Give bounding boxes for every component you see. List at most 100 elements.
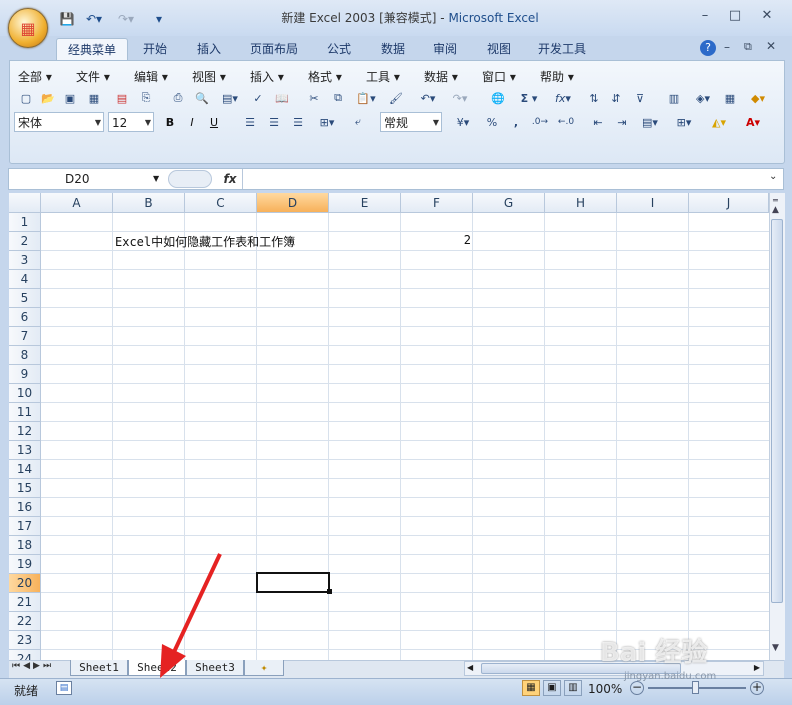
page-setup-icon[interactable]: ▤▾ [216,88,244,108]
row-header-selected[interactable]: 20 [9,574,41,593]
row-header[interactable]: 3 [9,251,41,270]
merge-center-icon[interactable]: ⊞▾ [312,112,342,132]
page-layout-view-icon[interactable]: ▣ [543,680,561,696]
help-icon[interactable]: ? [700,40,716,56]
normal-view-icon[interactable]: ▦ [522,680,540,696]
decrease-indent-icon[interactable]: ⇤ [588,112,608,132]
column-header[interactable]: H [545,193,617,213]
expand-formula-bar-icon[interactable]: ⌄ [769,171,777,182]
column-header[interactable]: I [617,193,689,213]
vertical-scroll-thumb[interactable] [771,219,783,603]
column-header[interactable]: F [401,193,473,213]
row-header[interactable]: 21 [9,593,41,612]
paste-icon[interactable]: 📋▾ [352,88,380,108]
menu-window[interactable]: 窗口 ▾ [482,68,516,84]
column-header[interactable]: E [329,193,401,213]
currency-icon[interactable]: ¥▾ [448,112,478,132]
align-right-icon[interactable]: ☰ [288,112,308,132]
align-center-icon[interactable]: ☰ [264,112,284,132]
tab-classic-menu[interactable]: 经典菜单 [56,38,128,62]
scroll-up-icon[interactable]: ▲ [772,205,779,215]
tab-page-layout[interactable]: 页面布局 [242,38,306,60]
ribbon-minimize-icon[interactable]: – [724,40,730,54]
undo-icon[interactable]: ↶▾ [80,10,108,28]
name-box[interactable]: D20 ▼ [9,169,165,189]
row-header[interactable]: 5 [9,289,41,308]
menu-view[interactable]: 视图 ▾ [192,68,226,84]
scroll-left-icon[interactable]: ◀ [467,663,473,672]
percent-icon[interactable]: % [482,112,502,132]
attach-icon[interactable]: ⎘ [136,88,156,108]
permission-icon[interactable]: ▦ [84,88,104,108]
copy-icon[interactable]: ⧉ [328,88,348,108]
font-name-select[interactable]: 宋体 ▼ [14,112,104,132]
chart-icon[interactable]: ▥ [664,88,684,108]
column-header[interactable]: G [473,193,545,213]
sheet-tab-sheet1[interactable]: Sheet1 [70,660,128,676]
scroll-right-icon[interactable]: ▶ [754,663,760,672]
table-grid-icon[interactable]: ▦ [720,88,740,108]
column-header[interactable]: A [41,193,113,213]
row-header[interactable]: 17 [9,517,41,536]
row-header[interactable]: 7 [9,327,41,346]
cell-style-icon[interactable]: ▤▾ [636,112,664,132]
undo-toolbar-icon[interactable]: ↶▾ [414,88,442,108]
tab-home[interactable]: 开始 [132,38,178,60]
cut-icon[interactable]: ✂ [304,88,324,108]
worksheet-grid[interactable]: A B C D E F G H I J 1 2 3 4 5 6 7 8 9 10… [9,193,769,660]
print-icon[interactable]: ⎙ [168,88,188,108]
redo-toolbar-icon[interactable]: ↷▾ [446,88,474,108]
vertical-scrollbar[interactable]: ═ ▲ ▼ [769,193,785,660]
page-break-view-icon[interactable]: ▥ [564,680,582,696]
macro-record-icon[interactable]: ▤ [56,681,72,695]
formula-expand-handle[interactable] [168,170,212,188]
column-header[interactable]: J [689,193,769,213]
menu-all[interactable]: 全部 ▾ [18,68,52,84]
zoom-slider-thumb[interactable] [692,681,699,694]
autosum-icon[interactable]: Σ ▾ [514,88,544,108]
tab-review[interactable]: 审阅 [422,38,468,60]
tab-view[interactable]: 视图 [476,38,522,60]
scroll-down-icon[interactable]: ▼ [772,643,779,653]
row-header[interactable]: 24 [9,650,41,660]
menu-help[interactable]: 帮助 ▾ [540,68,574,84]
row-header[interactable]: 4 [9,270,41,289]
row-header[interactable]: 22 [9,612,41,631]
office-button[interactable]: ▦ [8,8,48,48]
pdf-icon[interactable]: ▤ [112,88,132,108]
tab-insert[interactable]: 插入 [186,38,232,60]
row-header[interactable]: 1 [9,213,41,232]
row-header[interactable]: 23 [9,631,41,650]
format-painter-icon[interactable]: 🖌 [386,88,406,108]
insert-sheet-icon[interactable]: ✦ [244,660,284,676]
select-all-corner[interactable] [9,193,41,213]
row-header[interactable]: 6 [9,308,41,327]
font-size-select[interactable]: 12 ▼ [108,112,154,132]
italic-icon[interactable]: I [182,112,202,132]
zoom-level[interactable]: 100% [588,682,622,696]
column-header[interactable]: B [113,193,185,213]
sheet-navigation[interactable]: ⏮◀▶⏭ [12,661,54,671]
menu-format[interactable]: 格式 ▾ [308,68,342,84]
maximize-button[interactable]: □ [722,6,748,26]
spelling-icon[interactable]: ✓ [248,88,268,108]
zoom-in-icon[interactable]: + [750,681,764,695]
row-header[interactable]: 15 [9,479,41,498]
print-preview-icon[interactable]: 🔍 [192,88,212,108]
close-button[interactable]: ✕ [754,6,780,26]
drawing-icon[interactable]: ◈▾ [688,88,718,108]
comma-icon[interactable]: , [506,112,526,132]
fill-color-icon[interactable]: ◭▾ [704,112,734,132]
increase-indent-icon[interactable]: ⇥ [612,112,632,132]
column-header-selected[interactable]: D [257,193,329,213]
row-header[interactable]: 16 [9,498,41,517]
row-header[interactable]: 14 [9,460,41,479]
active-cell-d20[interactable] [256,572,330,593]
underline-icon[interactable]: U [204,112,224,132]
row-header[interactable]: 2 [9,232,41,251]
tab-data[interactable]: 数据 [370,38,416,60]
fill-handle[interactable] [327,589,332,594]
customize-qat-icon[interactable]: ▾ [152,10,166,28]
tab-formulas[interactable]: 公式 [316,38,362,60]
row-header[interactable]: 8 [9,346,41,365]
